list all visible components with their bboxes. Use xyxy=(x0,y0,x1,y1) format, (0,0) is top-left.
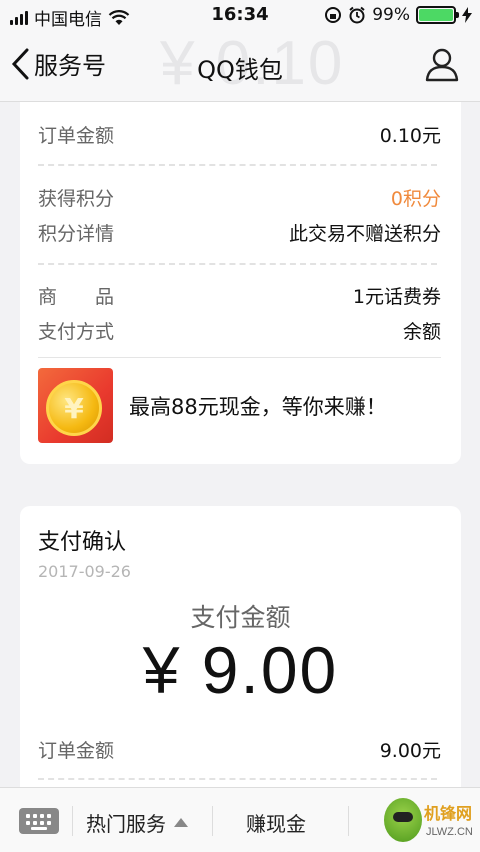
points-row: 获得积分 0积分 xyxy=(38,182,441,212)
earn-cash-label: 赚现金 xyxy=(246,812,306,836)
promo-image: ¥ xyxy=(38,368,113,443)
separator xyxy=(348,806,349,836)
product-label: 商 品 xyxy=(38,285,115,308)
receipt-card: 订单金额 0.10元 获得积分 0积分 积分详情 此交易不赠送积分 商 品 1元… xyxy=(20,102,461,464)
points-value: 0积分 xyxy=(390,187,441,210)
caret-up-icon xyxy=(174,818,188,827)
divider xyxy=(38,357,441,358)
promo-text: 最高88元现金，等你来赚！ xyxy=(129,394,387,419)
confirm-date: 2017-09-26 xyxy=(38,562,131,581)
product-row: 商 品 1元话费券 xyxy=(38,280,441,310)
divider xyxy=(38,164,437,166)
order-amount-row: 订单金额 0.10元 xyxy=(38,119,441,149)
confirm-title: 支付确认 xyxy=(38,530,127,555)
pay-amount: ¥ 9.00 xyxy=(142,633,339,707)
confirm-order-amount-row: 订单金额 9.00元 xyxy=(38,734,441,764)
brand-name: 机锋网 xyxy=(424,804,473,823)
divider xyxy=(38,263,437,265)
earn-cash-menu[interactable]: 赚现金 xyxy=(246,808,306,837)
page-title: QQ钱包 xyxy=(197,56,283,84)
separator xyxy=(212,806,213,836)
points-detail-label: 积分详情 xyxy=(38,222,115,245)
order-amount-label: 订单金额 xyxy=(38,124,115,147)
coin-icon: ¥ xyxy=(46,380,102,436)
user-icon xyxy=(425,48,459,82)
nav-bar: ¥ 0.10 服务号 QQ钱包 xyxy=(0,29,480,102)
points-detail-value: 此交易不赠送积分 xyxy=(288,222,441,245)
battery-fill xyxy=(419,9,453,21)
profile-button[interactable] xyxy=(424,46,460,86)
pay-method-value: 余额 xyxy=(402,320,441,343)
charging-icon xyxy=(462,7,472,23)
confirm-card: 支付确认 2017-09-26 支付金额 ¥ 9.00 订单金额 9.00元 xyxy=(20,506,461,806)
keyboard-icon[interactable] xyxy=(19,808,59,834)
pay-method-label: 支付方式 xyxy=(38,320,115,343)
pay-method-row: 支付方式 余额 xyxy=(38,315,441,345)
brand-domain: JLWZ.CN xyxy=(426,826,473,838)
bottom-menu-bar: 热门服务 赚现金 机锋网 JLWZ.CN xyxy=(0,787,480,852)
alarm-icon xyxy=(349,6,365,24)
promo-banner[interactable]: ¥ 最高88元现金，等你来赚！ xyxy=(38,368,441,443)
order-amount-value: 0.10元 xyxy=(379,124,441,147)
site-watermark-logo: 机锋网 JLWZ.CN xyxy=(380,796,480,846)
points-label: 获得积分 xyxy=(38,187,115,210)
status-right: 99% xyxy=(324,5,472,25)
battery-icon xyxy=(416,6,459,24)
hot-services-label: 热门服务 xyxy=(86,812,166,836)
hot-services-menu[interactable]: 热门服务 xyxy=(86,808,188,837)
product-value: 1元话费券 xyxy=(352,285,441,308)
confirm-order-amount-value: 9.00元 xyxy=(379,739,441,762)
separator xyxy=(72,806,73,836)
pay-amount-label: 支付金额 xyxy=(190,603,291,632)
rotation-lock-icon xyxy=(325,7,342,23)
battery-percent: 99% xyxy=(372,5,410,25)
mascot-icon xyxy=(384,798,422,842)
divider xyxy=(38,778,437,780)
points-detail-row: 积分详情 此交易不赠送积分 xyxy=(38,217,441,247)
confirm-order-amount-label: 订单金额 xyxy=(38,739,115,762)
